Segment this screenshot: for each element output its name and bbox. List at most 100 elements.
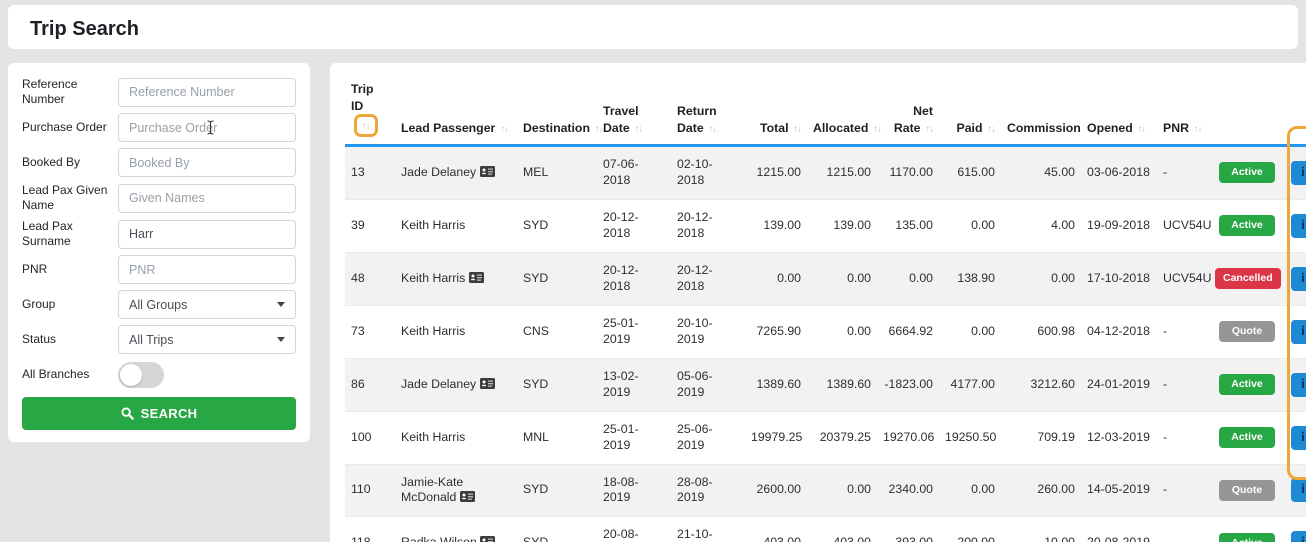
cell-travel_date: 13-02-2019: [597, 358, 671, 411]
cell-info: i: [1285, 145, 1306, 199]
info-button[interactable]: i: [1291, 373, 1306, 397]
column-header-opened[interactable]: Opened ↑↓: [1081, 75, 1157, 145]
cell-info: i: [1285, 358, 1306, 411]
filter-fields: Reference NumberPurchase OrderBooked ByL…: [22, 77, 296, 284]
id-card-icon: [477, 535, 495, 542]
cell-status: Active: [1209, 411, 1285, 464]
cell-status: Cancelled: [1209, 252, 1285, 305]
column-header-lead-passenger[interactable]: Lead Passenger ↑↓: [395, 75, 517, 145]
filter-row-booked-by: Booked By: [22, 148, 296, 177]
cell-return_date: 21-10-2019: [671, 517, 745, 542]
info-button[interactable]: i: [1291, 426, 1306, 450]
column-header-pnr[interactable]: PNR↑↓: [1157, 75, 1209, 145]
cell-total: 7265.90: [745, 305, 807, 358]
cell-commission: 45.00: [1001, 145, 1081, 199]
cell-return_date: 28-08-2019: [671, 464, 745, 517]
cell-allocated: 0.00: [807, 464, 877, 517]
sort-icon[interactable]: ↑↓: [595, 124, 603, 135]
trip-search-filter-panel: Reference NumberPurchase OrderBooked ByL…: [8, 63, 310, 442]
cell-info: i: [1285, 252, 1306, 305]
info-button[interactable]: i: [1291, 214, 1306, 238]
group-select[interactable]: All Groups: [118, 290, 296, 319]
column-header-status: [1209, 75, 1285, 145]
info-button[interactable]: i: [1291, 161, 1306, 185]
cell-paid: 19250.50: [939, 411, 1001, 464]
pnr-input[interactable]: [118, 255, 296, 284]
selected-value: All Groups: [129, 298, 187, 312]
column-header-allocated[interactable]: Allocated↑↓: [807, 75, 877, 145]
cell-destination: SYD: [517, 358, 597, 411]
status-select[interactable]: All Trips: [118, 325, 296, 354]
cell-destination: MEL: [517, 145, 597, 199]
cell-total: 1215.00: [745, 145, 807, 199]
sort-icon[interactable]: ↑↓: [926, 124, 934, 135]
cell-commission: 0.00: [1001, 252, 1081, 305]
sort-icon[interactable]: ↑↓: [873, 124, 881, 135]
all-branches-toggle[interactable]: [118, 362, 164, 388]
table-row: 86Jade Delaney SYD13-02-201905-06-201913…: [345, 358, 1306, 411]
cell-opened: 12-03-2019: [1081, 411, 1157, 464]
cell-trip_id: 48: [345, 252, 395, 305]
annotation-trip-id-sort-icon: ↑↓: [354, 114, 378, 137]
cell-allocated: 0.00: [807, 305, 877, 358]
column-header-total[interactable]: Total↑↓: [745, 75, 807, 145]
search-button[interactable]: SEARCH: [22, 397, 296, 430]
sort-icon[interactable]: ↑↓: [1194, 124, 1202, 135]
info-button[interactable]: i: [1291, 531, 1306, 542]
cell-return_date: 20-12-2018: [671, 252, 745, 305]
cell-paid: 0.00: [939, 199, 1001, 252]
cell-lead_passenger: Jade Delaney: [395, 358, 517, 411]
sort-icon[interactable]: ↑↓: [635, 124, 643, 135]
lead-pax-surname-input[interactable]: [118, 220, 296, 249]
column-header-destination[interactable]: Destination↑↓: [517, 75, 597, 145]
purchase-order-input[interactable]: [118, 113, 296, 142]
status-badge: Active: [1219, 533, 1275, 542]
cell-commission: 3212.60: [1001, 358, 1081, 411]
filter-row-purchase-order: Purchase Order: [22, 113, 296, 142]
column-header-trip-id[interactable]: Trip ID↑↓: [345, 75, 395, 145]
info-button[interactable]: i: [1291, 267, 1306, 291]
cell-net_rate: 0.00: [877, 252, 939, 305]
cell-total: 139.00: [745, 199, 807, 252]
status-label: Status: [22, 332, 118, 347]
chevron-down-icon: [277, 337, 285, 342]
table-row: 39Keith HarrisSYD20-12-201820-12-2018139…: [345, 199, 1306, 252]
cell-travel_date: 25-01-2019: [597, 305, 671, 358]
sort-icon[interactable]: ↑↓: [1138, 124, 1146, 135]
info-button[interactable]: i: [1291, 478, 1306, 502]
cell-net_rate: 393.00: [877, 517, 939, 542]
sort-icon[interactable]: ↑↓: [500, 124, 508, 135]
column-header-travel-date[interactable]: Travel Date↑↓: [597, 75, 671, 145]
lead-pax-surname-label: Lead Pax Surname: [22, 219, 118, 249]
cell-return_date: 25-06-2019: [671, 411, 745, 464]
cell-travel_date: 20-08-2019: [597, 517, 671, 542]
sort-icon[interactable]: ↑↓: [362, 121, 370, 132]
column-header-paid[interactable]: Paid↑↓: [939, 75, 1001, 145]
filter-row-status: StatusAll Trips: [22, 325, 296, 354]
column-header-return-date[interactable]: Return Date↑↓: [671, 75, 745, 145]
table-row: 110Jamie-Kate McDonald SYD18-08-201928-0…: [345, 464, 1306, 517]
reference-number-input[interactable]: [118, 78, 296, 107]
table-row: 13Jade Delaney MEL07-06-201802-10-201812…: [345, 145, 1306, 199]
booked-by-input[interactable]: [118, 148, 296, 177]
filter-selects: GroupAll GroupsStatusAll Trips: [22, 290, 296, 354]
lead-pax-given-name-input[interactable]: [118, 184, 296, 213]
sort-icon[interactable]: ↑↓: [794, 124, 802, 135]
info-button[interactable]: i: [1291, 320, 1306, 344]
column-header-net-rate[interactable]: Net Rate↑↓: [877, 75, 939, 145]
sort-icon[interactable]: ↑↓: [988, 124, 996, 135]
column-label: Allocated: [813, 121, 868, 135]
cell-total: 1389.60: [745, 358, 807, 411]
sort-icon[interactable]: ↑↓: [709, 124, 717, 135]
pnr-label: PNR: [22, 262, 118, 277]
column-header-commission[interactable]: Commission↑↓: [1001, 75, 1081, 145]
column-label: Lead Passenger: [401, 121, 495, 135]
page-title: Trip Search: [30, 18, 1276, 41]
main-layout: Reference NumberPurchase OrderBooked ByL…: [8, 63, 1298, 542]
cell-travel_date: 20-12-2018: [597, 252, 671, 305]
cell-opened: 20-08-2019: [1081, 517, 1157, 542]
column-label: Opened: [1087, 121, 1133, 135]
cell-return_date: 05-06-2019: [671, 358, 745, 411]
table-header-row: Trip ID↑↓Lead Passenger↑↓Destination↑↓Tr…: [345, 75, 1306, 145]
status-badge: Active: [1219, 374, 1275, 396]
